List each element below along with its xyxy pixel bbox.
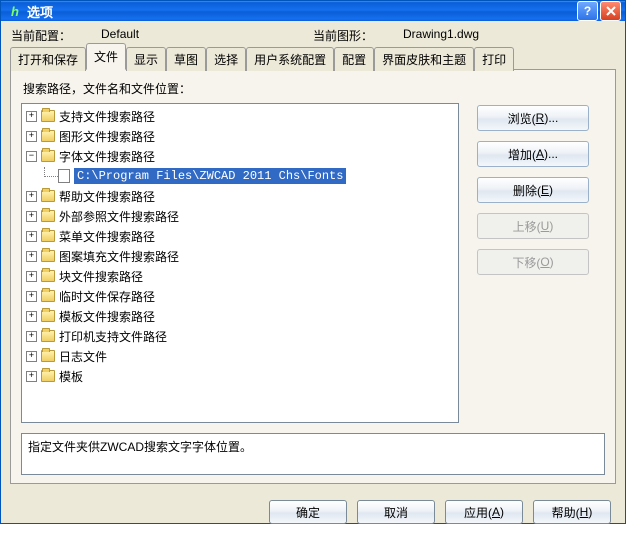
tab-6[interactable]: 配置 [334, 47, 374, 71]
file-icon [58, 169, 70, 183]
window-title: 选项 [27, 2, 577, 21]
current-profile-label: 当前配置： [11, 27, 71, 44]
tree-node[interactable]: + 图案填充文件搜索路径 [22, 246, 458, 266]
tab-7[interactable]: 界面皮肤和主题 [374, 47, 474, 71]
folder-icon [41, 110, 55, 122]
expand-icon[interactable]: + [26, 131, 37, 142]
tree-node-label: 字体文件搜索路径 [59, 148, 155, 165]
expand-icon[interactable]: + [26, 371, 37, 382]
tree-node[interactable]: + 菜单文件搜索路径 [22, 226, 458, 246]
tree-node[interactable]: + 临时文件保存路径 [22, 286, 458, 306]
expand-icon[interactable]: + [26, 331, 37, 342]
tree-node[interactable]: + 日志文件 [22, 346, 458, 366]
tree-node[interactable]: + 模板 [22, 366, 458, 386]
tab-panel: 搜索路径，文件名和文件位置： + 支持文件搜索路径 + 图形文件搜索路径 − 字体文件搜索… [10, 70, 616, 484]
tree-node[interactable]: − 字体文件搜索路径 [22, 146, 458, 166]
folder-icon [41, 330, 55, 342]
status-description: 指定文件夹供ZWCAD搜索文字字体位置。 [21, 433, 605, 475]
folder-icon [41, 130, 55, 142]
add-button[interactable]: 增加(A)... [477, 141, 589, 167]
current-drawing-label: 当前图形： [313, 27, 373, 44]
expand-icon[interactable]: + [26, 291, 37, 302]
expand-icon[interactable]: + [26, 351, 37, 362]
ok-button[interactable]: 确定 [269, 500, 347, 524]
tree-node-label: 打印机支持文件路径 [59, 328, 167, 345]
remove-button[interactable]: 删除(E) [477, 177, 589, 203]
tree-node-label: 图形文件搜索路径 [59, 128, 155, 145]
tree-node-label: 块文件搜索路径 [59, 268, 143, 285]
expand-icon[interactable]: + [26, 271, 37, 282]
section-label: 搜索路径，文件名和文件位置： [23, 80, 605, 97]
tree-node-label: 外部参照文件搜索路径 [59, 208, 179, 225]
tree-node[interactable]: + 打印机支持文件路径 [22, 326, 458, 346]
folder-icon [41, 210, 55, 222]
options-dialog: h 选项 ? 当前配置： Default 当前图形： Drawing1.dwg … [0, 0, 626, 524]
tree-node[interactable]: + 帮助文件搜索路径 [22, 186, 458, 206]
tab-4[interactable]: 选择 [206, 47, 246, 71]
footer-buttons: 确定 取消 应用(A) 帮助(H) [1, 490, 625, 536]
tree-node[interactable]: + 块文件搜索路径 [22, 266, 458, 286]
folder-icon [41, 350, 55, 362]
tree-child-label: C:\Program Files\ZWCAD 2011 Chs\Fonts [74, 168, 346, 184]
collapse-icon[interactable]: − [26, 151, 37, 162]
tree-node-label: 菜单文件搜索路径 [59, 228, 155, 245]
current-profile-value: Default [101, 27, 139, 44]
folder-icon [41, 270, 55, 282]
titlebar-close-button[interactable] [600, 1, 621, 21]
app-icon: h [7, 3, 23, 19]
apply-button[interactable]: 应用(A) [445, 500, 523, 524]
tree-node[interactable]: + 模板文件搜索路径 [22, 306, 458, 326]
tree-node-label: 日志文件 [59, 348, 107, 365]
current-drawing-value: Drawing1.dwg [403, 27, 479, 44]
titlebar-help-button[interactable]: ? [577, 1, 598, 21]
tree-node-label: 帮助文件搜索路径 [59, 188, 155, 205]
tree-node[interactable]: + 外部参照文件搜索路径 [22, 206, 458, 226]
expand-icon[interactable]: + [26, 231, 37, 242]
cancel-button[interactable]: 取消 [357, 500, 435, 524]
tab-1[interactable]: 文件 [86, 43, 126, 70]
expand-icon[interactable]: + [26, 111, 37, 122]
folder-icon [41, 190, 55, 202]
folder-icon [41, 250, 55, 262]
tab-3[interactable]: 草图 [166, 47, 206, 71]
browse-button[interactable]: 浏览(R)... [477, 105, 589, 131]
tabs-strip: 打开和保存文件显示草图选择用户系统配置配置界面皮肤和主题打印 [10, 48, 616, 70]
folder-icon [41, 310, 55, 322]
folder-icon [41, 150, 55, 162]
tree-node[interactable]: + 支持文件搜索路径 [22, 106, 458, 126]
help-button[interactable]: 帮助(H) [533, 500, 611, 524]
tab-0[interactable]: 打开和保存 [10, 47, 86, 71]
tab-5[interactable]: 用户系统配置 [246, 47, 334, 71]
tree-node-label: 模板文件搜索路径 [59, 308, 155, 325]
movedown-button: 下移(O) [477, 249, 589, 275]
tree-node-label: 临时文件保存路径 [59, 288, 155, 305]
close-icon [606, 6, 616, 16]
expand-icon[interactable]: + [26, 251, 37, 262]
folder-icon [41, 290, 55, 302]
tree-view[interactable]: + 支持文件搜索路径 + 图形文件搜索路径 − 字体文件搜索路径 C:\Program Fi… [21, 103, 459, 423]
tree-node-label: 模板 [59, 368, 83, 385]
tree-child-node[interactable]: C:\Program Files\ZWCAD 2011 Chs\Fonts [22, 166, 458, 186]
tree-node-label: 图案填充文件搜索路径 [59, 248, 179, 265]
folder-icon [41, 230, 55, 242]
folder-icon [41, 370, 55, 382]
moveup-button: 上移(U) [477, 213, 589, 239]
tree-node-label: 支持文件搜索路径 [59, 108, 155, 125]
expand-icon[interactable]: + [26, 311, 37, 322]
expand-icon[interactable]: + [26, 211, 37, 222]
titlebar: h 选项 ? [1, 1, 625, 21]
tab-2[interactable]: 显示 [126, 47, 166, 71]
tab-8[interactable]: 打印 [474, 47, 514, 71]
expand-icon[interactable]: + [26, 191, 37, 202]
tree-node[interactable]: + 图形文件搜索路径 [22, 126, 458, 146]
